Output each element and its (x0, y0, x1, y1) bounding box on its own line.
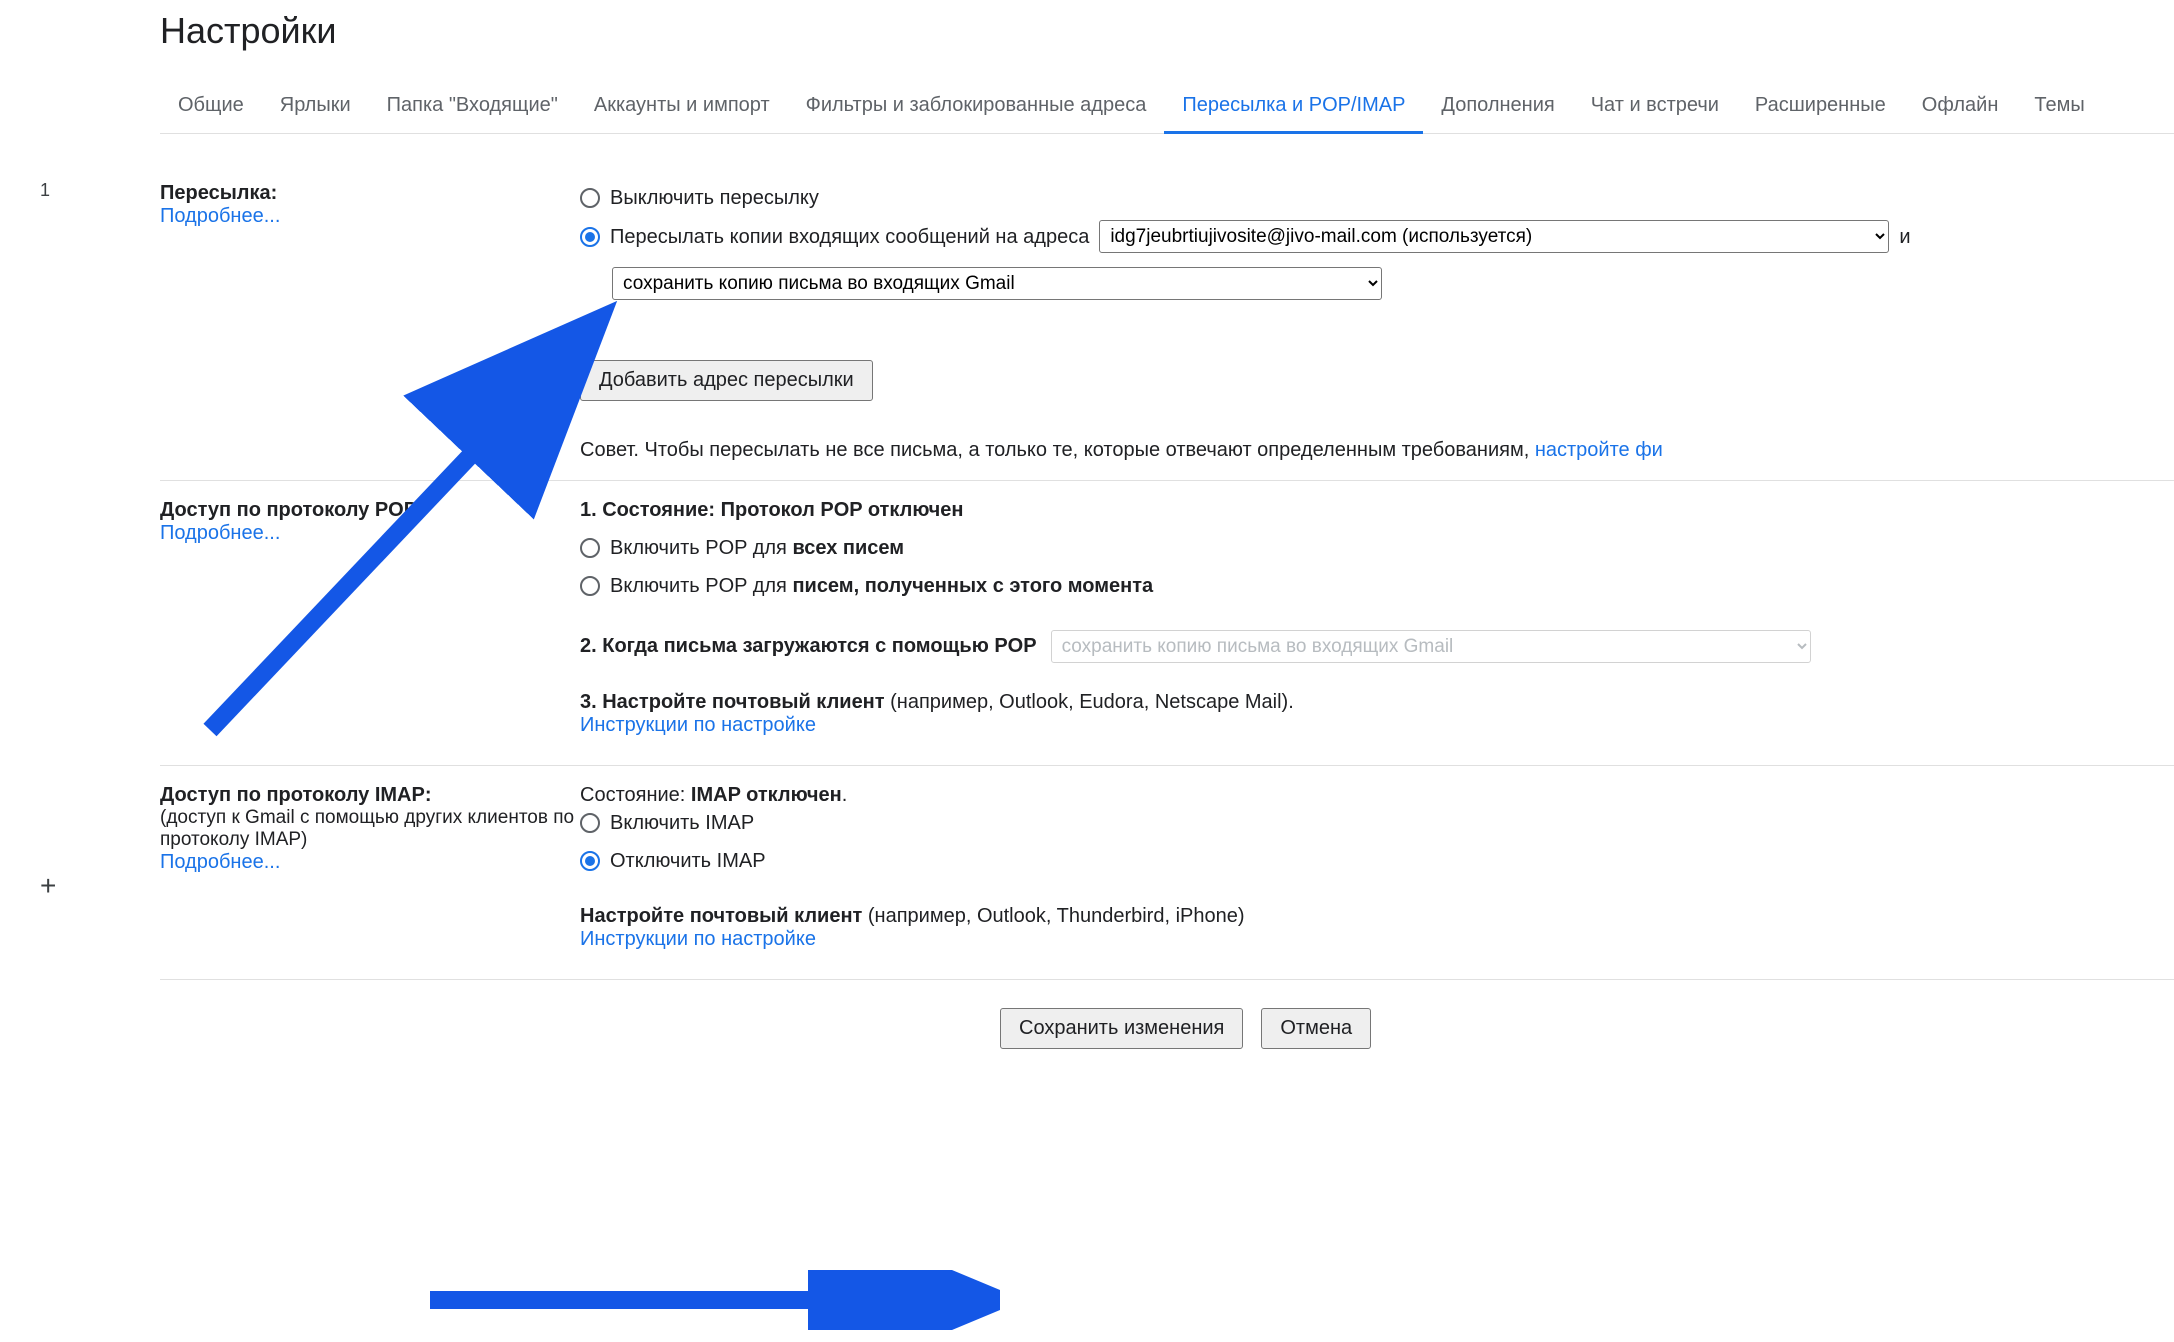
rail-count: 1 (40, 180, 50, 201)
section-pop: Доступ по протоколу POP: Подробнее... 1.… (160, 481, 2174, 766)
forwarding-action-select[interactable]: сохранить копию письма во входящих Gmail (612, 267, 1382, 300)
imap-radio-enable-label: Включить IMAP (610, 807, 754, 839)
forwarding-radio-enable-row[interactable]: Пересылать копии входящих сообщений на а… (580, 220, 2174, 253)
tab-8[interactable]: Расширенные (1737, 80, 1904, 133)
imap-title: Доступ по протоколу IMAP: (160, 784, 580, 807)
forwarding-radio-disable-row[interactable]: Выключить пересылку (580, 182, 2174, 214)
section-imap: Доступ по протоколу IMAP: (доступ к Gmai… (160, 766, 2174, 980)
tab-7[interactable]: Чат и встречи (1573, 80, 1737, 133)
tab-2[interactable]: Папка "Входящие" (369, 80, 576, 133)
footer-buttons: Сохранить изменения Отмена (1000, 980, 2174, 1077)
annotation-arrow-bottom (420, 1270, 1000, 1330)
settings-tabs: ОбщиеЯрлыкиПапка "Входящие"Аккаунты и им… (160, 80, 2174, 134)
settings-content: Настройки ОбщиеЯрлыкиПапка "Входящие"Акк… (160, 10, 2174, 1077)
pop-action-select: сохранить копию письма во входящих Gmail (1051, 630, 1811, 663)
cancel-button[interactable]: Отмена (1261, 1008, 1371, 1049)
tab-10[interactable]: Темы (2016, 80, 2102, 133)
tab-5[interactable]: Пересылка и POP/IMAP (1164, 80, 1423, 134)
pop-step3-prefix: 3. Настройте почтовый клиент (580, 691, 885, 713)
pop-step2-label: 2. Когда письма загружаются с помощью PO… (580, 635, 1037, 658)
pop-config-link[interactable]: Инструкции по настройке (580, 714, 816, 736)
forwarding-label-col: Пересылка: Подробнее... (160, 182, 580, 462)
imap-content: Состояние: IMAP отключен. Включить IMAP … (580, 784, 2174, 961)
imap-config-rest: (например, Outlook, Thunderbird, iPhone) (862, 905, 1244, 927)
forwarding-radio-disable-label: Выключить пересылку (610, 182, 819, 214)
pop-step2-row: 2. Когда письма загружаются с помощью PO… (580, 630, 2174, 663)
pop-step3-row: 3. Настройте почтовый клиент (например, … (580, 691, 2174, 737)
imap-radio-disable-label: Отключить IMAP (610, 845, 766, 877)
imap-subtitle: (доступ к Gmail с помощью других клиенто… (160, 807, 580, 851)
forwarding-tip-text: Совет. Чтобы пересылать не все письма, а… (580, 439, 1535, 461)
radio-icon (580, 813, 600, 833)
radio-icon (580, 188, 600, 208)
pop-step3-rest: (например, Outlook, Eudora, Netscape Mai… (885, 691, 1294, 713)
rail-plus-icon[interactable]: + (40, 870, 56, 902)
forwarding-title: Пересылка: (160, 182, 580, 205)
imap-learn-more-link[interactable]: Подробнее... (160, 851, 280, 873)
forwarding-and-word: и (1899, 221, 1910, 253)
imap-config-prefix: Настройте почтовый клиент (580, 905, 862, 927)
tab-4[interactable]: Фильтры и заблокированные адреса (788, 80, 1165, 133)
pop-radio-all-label: Включить POP для всех писем (610, 532, 904, 564)
imap-radio-enable-row[interactable]: Включить IMAP (580, 807, 2174, 839)
forwarding-action-row: сохранить копию письма во входящих Gmail (580, 259, 2174, 300)
tab-6[interactable]: Дополнения (1423, 80, 1572, 133)
pop-radio-now-label: Включить POP для писем, полученных с это… (610, 570, 1153, 602)
forwarding-radio-enable-label: Пересылать копии входящих сообщений на а… (610, 221, 1089, 253)
save-button[interactable]: Сохранить изменения (1000, 1008, 1243, 1049)
section-forwarding: Пересылка: Подробнее... Выключить пересы… (160, 164, 2174, 481)
pop-radio-now-row[interactable]: Включить POP для писем, полученных с это… (580, 570, 2174, 602)
page-title: Настройки (160, 10, 2174, 52)
radio-icon (580, 576, 600, 596)
imap-status: Состояние: IMAP отключен. (580, 784, 2174, 807)
add-forwarding-address-button[interactable]: Добавить адрес пересылки (580, 360, 873, 401)
imap-config-link[interactable]: Инструкции по настройке (580, 928, 816, 950)
left-rail: 1 + (0, 0, 70, 1342)
forwarding-tip-link[interactable]: настройте фи (1535, 439, 1663, 461)
pop-title: Доступ по протоколу POP: (160, 499, 580, 522)
forwarding-address-select[interactable]: idg7jeubrtiujivosite@jivo-mail.com (испо… (1099, 220, 1889, 253)
radio-icon (580, 851, 600, 871)
radio-icon (580, 538, 600, 558)
radio-icon (580, 227, 600, 247)
tab-3[interactable]: Аккаунты и импорт (576, 80, 788, 133)
forwarding-learn-more-link[interactable]: Подробнее... (160, 205, 280, 227)
tab-1[interactable]: Ярлыки (262, 80, 369, 133)
pop-label-col: Доступ по протоколу POP: Подробнее... (160, 499, 580, 747)
settings-body: Пересылка: Подробнее... Выключить пересы… (160, 134, 2174, 1077)
imap-radio-disable-row[interactable]: Отключить IMAP (580, 845, 2174, 877)
pop-content: 1. Состояние: Протокол POP отключен Вклю… (580, 499, 2174, 747)
forwarding-content: Выключить пересылку Пересылать копии вхо… (580, 182, 2174, 462)
pop-radio-all-row[interactable]: Включить POP для всех писем (580, 532, 2174, 564)
imap-label-col: Доступ по протоколу IMAP: (доступ к Gmai… (160, 784, 580, 961)
pop-step1-status: 1. Состояние: Протокол POP отключен (580, 499, 2174, 522)
tab-0[interactable]: Общие (160, 80, 262, 133)
forwarding-tip: Совет. Чтобы пересылать не все письма, а… (580, 439, 2174, 462)
tab-9[interactable]: Офлайн (1904, 80, 2017, 133)
imap-config-row: Настройте почтовый клиент (например, Out… (580, 905, 2174, 951)
pop-learn-more-link[interactable]: Подробнее... (160, 522, 280, 544)
